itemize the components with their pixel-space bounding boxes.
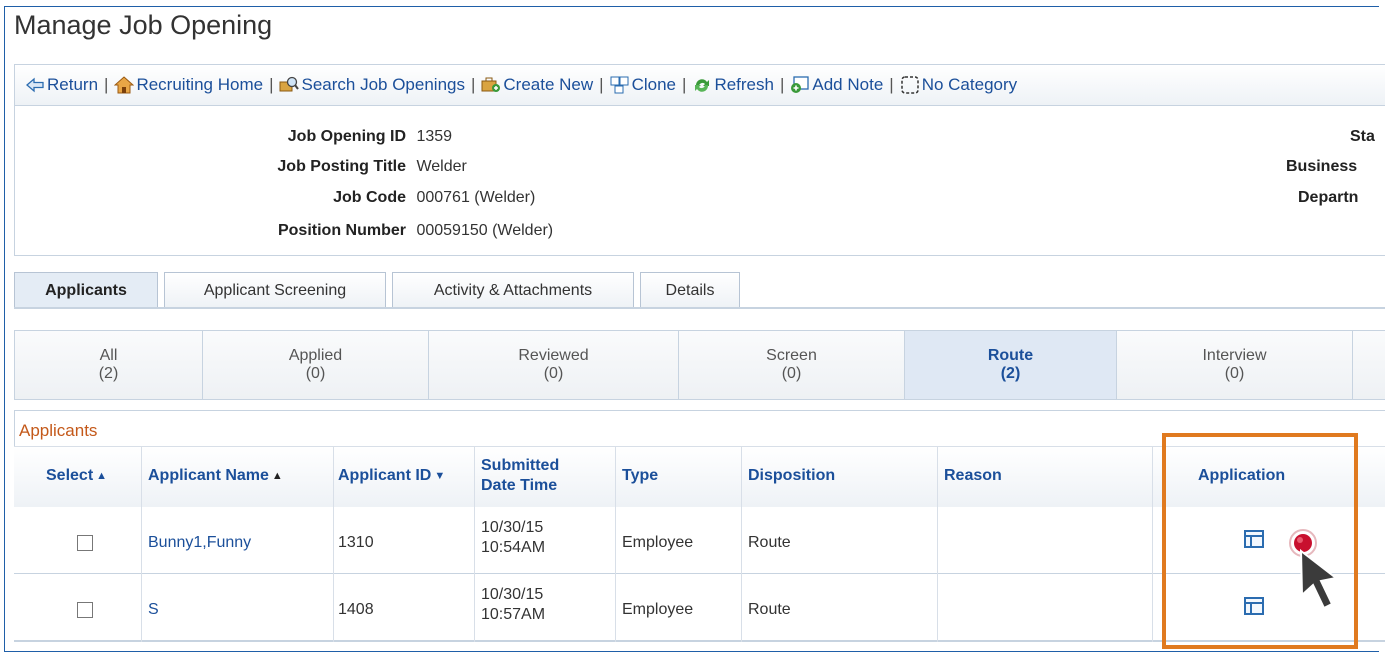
toolbar-separator: | (269, 75, 274, 94)
status-label: Sta (1350, 128, 1375, 145)
position-number-row: Position Number 00059150 (Welder) (100, 222, 553, 240)
filter-screen[interactable]: Screen (0) (679, 331, 905, 399)
job-code-label: Job Code (333, 189, 406, 206)
row-select-checkbox[interactable] (77, 602, 93, 618)
job-posting-title-row: Job Posting Title Welder (100, 158, 467, 176)
add-note-link[interactable]: Add Note (790, 75, 883, 95)
filter-all-label: All (99, 347, 118, 364)
applicant-id: 1310 (338, 534, 374, 551)
applicant-type: Employee (622, 534, 694, 551)
submitted-date-column-header[interactable]: Submitted Date Time (481, 446, 559, 506)
create-new-link[interactable]: Create New (481, 75, 593, 95)
disposition-filter-bar: All (2) Applied (0) Reviewed (0) Screen … (14, 330, 1385, 400)
applicant-name-column-header[interactable]: Applicant Name ▲ (148, 446, 283, 506)
recruiting-home-link[interactable]: Recruiting Home (114, 75, 263, 95)
page-title: Manage Job Opening (14, 10, 273, 40)
tab-underline (14, 307, 1385, 309)
disposition-value: Route (748, 601, 791, 618)
type-column-header[interactable]: Type (622, 446, 658, 506)
refresh-icon (692, 76, 712, 94)
column-divider (333, 446, 334, 642)
column-divider (141, 446, 142, 642)
column-divider (937, 446, 938, 642)
filter-interview-label: Interview (1202, 347, 1267, 364)
toolbar-separator: | (599, 75, 604, 94)
tab-details[interactable]: Details (640, 272, 740, 308)
column-divider (615, 446, 616, 642)
category-icon (900, 76, 920, 94)
tab-applicants[interactable]: Applicants (14, 272, 158, 308)
return-link[interactable]: Return (25, 75, 98, 95)
filter-route[interactable]: Route (2) (905, 331, 1117, 399)
disposition-column-header[interactable]: Disposition (748, 446, 835, 506)
select-column-header[interactable]: Select ▲ (46, 446, 107, 506)
column-divider (474, 446, 475, 642)
business-unit-label: Business (1286, 158, 1358, 175)
sort-ascending-icon: ▲ (271, 470, 283, 482)
filter-applied-count: (0) (305, 365, 326, 382)
filter-reviewed-label: Reviewed (518, 347, 589, 364)
filter-screen-count: (0) (781, 365, 802, 382)
position-number-label: Position Number (277, 222, 406, 239)
filter-all-count: (2) (98, 365, 119, 382)
tab-applicant-screening[interactable]: Applicant Screening (164, 272, 386, 308)
job-posting-title-value: Welder (416, 158, 467, 175)
submitted-date-time: 10/30/15 10:57AM (481, 586, 546, 623)
filter-reviewed-count: (0) (543, 365, 564, 382)
job-opening-id-label: Job Opening ID (287, 128, 406, 145)
filter-reviewed[interactable]: Reviewed (0) (429, 331, 679, 399)
filter-all[interactable]: All (2) (15, 331, 203, 399)
toolbar-separator: | (682, 75, 687, 94)
clone-icon (610, 76, 630, 94)
filter-interview[interactable]: Interview (0) (1117, 331, 1353, 399)
filter-route-label: Route (987, 347, 1034, 364)
no-category-link[interactable]: No Category (900, 75, 1017, 95)
column-divider (1152, 446, 1153, 642)
applicant-type: Employee (622, 601, 694, 618)
create-new-icon (481, 76, 501, 94)
search-job-icon (279, 76, 300, 94)
home-icon (114, 76, 135, 94)
applicant-name-link[interactable]: S (148, 601, 159, 619)
tab-activity-attachments[interactable]: Activity & Attachments (392, 272, 634, 308)
application-column-highlight (1162, 433, 1358, 649)
toolbar-separator: | (104, 75, 109, 94)
filter-interview-count: (0) (1224, 365, 1245, 382)
clone-link[interactable]: Clone (610, 75, 676, 95)
job-posting-title-label: Job Posting Title (277, 158, 406, 175)
return-arrow-icon (25, 76, 45, 94)
toolbar-separator: | (779, 75, 785, 94)
column-divider (741, 446, 742, 642)
department-label: Departn (1298, 189, 1359, 206)
sort-ascending-icon: ▲ (96, 470, 108, 482)
filter-route-count: (2) (1000, 365, 1021, 382)
filter-applied[interactable]: Applied (0) (203, 331, 429, 399)
sort-descending-icon: ▼ (434, 470, 446, 482)
job-opening-id-value: 1359 (416, 128, 453, 145)
mouse-pointer-icon (1298, 548, 1342, 612)
filter-applied-label: Applied (288, 347, 343, 364)
position-number-value: 00059150 (Welder) (416, 222, 554, 239)
toolbar-separator: | (470, 75, 476, 94)
grid-title: Applicants (19, 421, 98, 440)
job-opening-id-row: Job Opening ID 1359 (100, 128, 452, 146)
job-code-value: 000761 (Welder) (416, 189, 536, 206)
reason-column-header[interactable]: Reason (944, 446, 1002, 506)
job-code-row: Job Code 000761 (Welder) (100, 189, 535, 207)
add-note-icon (790, 76, 810, 94)
search-job-openings-link[interactable]: Search Job Openings (279, 75, 465, 95)
applicant-name-link[interactable]: Bunny1,Funny (148, 534, 251, 552)
submitted-date-time: 10/30/15 10:54AM (481, 519, 546, 556)
row-select-checkbox[interactable] (77, 535, 93, 551)
filter-screen-label: Screen (766, 347, 817, 364)
applicant-id: 1408 (338, 601, 374, 618)
applicant-id-column-header[interactable]: Applicant ID ▼ (338, 446, 445, 506)
refresh-link[interactable]: Refresh (692, 75, 774, 95)
action-toolbar: Return | Recruiting Home | Search Job Op… (14, 64, 1385, 106)
toolbar-separator: | (889, 75, 894, 94)
page-tabs: Applicants Applicant Screening Activity … (14, 272, 746, 308)
disposition-value: Route (748, 534, 791, 551)
